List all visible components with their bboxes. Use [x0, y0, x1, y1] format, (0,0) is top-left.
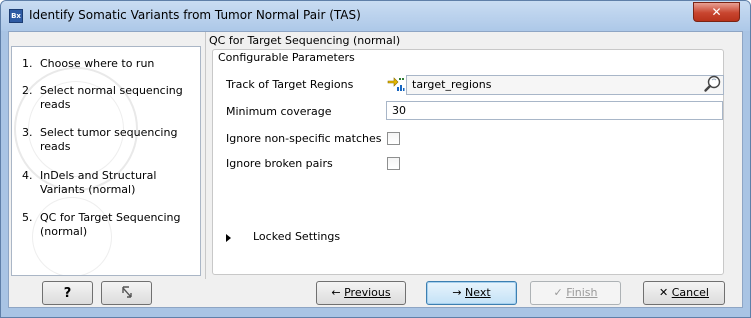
track-field[interactable]: target_regions — [406, 75, 724, 95]
track-label: Track of Target Regions — [226, 78, 354, 91]
step-label: Choose where to run — [40, 57, 155, 70]
step-number: 3. — [22, 126, 33, 139]
settings-panel: QC for Target Sequencing (normal) Config… — [205, 32, 741, 279]
cancel-x-icon: ✕ — [659, 286, 669, 299]
reset-button[interactable] — [101, 281, 152, 305]
step-number: 5. — [22, 211, 33, 224]
cancel-button[interactable]: ✕ Cancel — [643, 281, 725, 305]
step-number: 2. — [22, 84, 33, 97]
help-label: ? — [63, 286, 72, 301]
finish-button[interactable]: ✓ Finish — [530, 281, 621, 305]
panel-heading: QC for Target Sequencing (normal) — [209, 34, 401, 47]
cancel-label: Cancel — [671, 286, 709, 299]
right-arrow-icon: → — [452, 286, 462, 299]
ignore-broken-label: Ignore broken pairs — [226, 157, 333, 170]
reset-icon — [122, 286, 132, 298]
app-logo-icon: Bx — [9, 9, 23, 23]
left-arrow-icon: ← — [331, 286, 341, 299]
help-button[interactable]: ? — [42, 281, 93, 305]
coverage-value: 30 — [392, 104, 406, 117]
previous-button[interactable]: ← Previous — [316, 281, 406, 305]
close-button[interactable]: ✕ — [693, 2, 740, 22]
coverage-label: Minimum coverage — [226, 105, 332, 118]
ignore-nonspecific-label: Ignore non-specific matches — [226, 132, 382, 145]
group-title: Configurable Parameters — [218, 51, 355, 64]
expand-arrow-icon[interactable] — [226, 234, 231, 242]
track-value: target_regions — [412, 78, 492, 91]
dialog-body: 1. Choose where to run 2. Select normal … — [8, 31, 743, 308]
previous-label: Previous — [344, 286, 391, 299]
next-label: Next — [465, 286, 491, 299]
ignore-nonspecific-checkbox[interactable] — [387, 132, 400, 145]
check-icon: ✓ — [553, 286, 563, 299]
configurable-parameters-group: Configurable Parameters Track of Target … — [212, 49, 724, 275]
browse-icon[interactable] — [703, 74, 723, 94]
step-number: 4. — [22, 169, 33, 182]
track-type-icon — [387, 77, 405, 91]
dialog-window: Bx Identify Somatic Variants from Tumor … — [0, 0, 751, 318]
step-label: Select tumor sequencing reads — [40, 126, 178, 153]
next-button[interactable]: → Next — [426, 281, 517, 305]
locked-settings-toggle[interactable]: Locked Settings — [253, 230, 340, 243]
step-label: InDels and Structural Variants (normal) — [40, 169, 157, 196]
step-number: 1. — [22, 57, 33, 70]
step-label: Select normal sequencing reads — [40, 84, 183, 111]
step-label: QC for Target Sequencing (normal) — [40, 211, 181, 238]
minimum-coverage-input[interactable]: 30 — [386, 101, 723, 120]
ignore-broken-checkbox[interactable] — [387, 157, 400, 170]
title-bar[interactable]: Bx Identify Somatic Variants from Tumor … — [1, 1, 750, 31]
finish-label: Finish — [566, 286, 598, 299]
window-title: Identify Somatic Variants from Tumor Nor… — [29, 8, 361, 22]
button-bar: ? ← Previous → Next ✓ Finish ✕ Cancel — [9, 279, 742, 307]
wizard-steps-panel: 1. Choose where to run 2. Select normal … — [11, 46, 201, 276]
